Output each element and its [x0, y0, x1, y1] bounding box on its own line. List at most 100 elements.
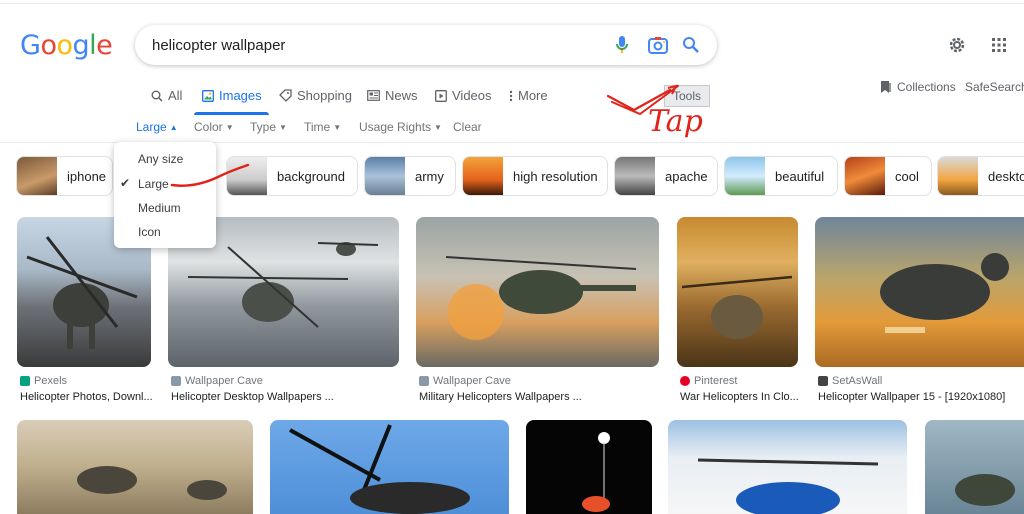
- collections-link[interactable]: Collections: [880, 80, 956, 94]
- gear-icon[interactable]: [946, 34, 968, 56]
- tab-label: Shopping: [297, 88, 352, 103]
- chip-cool[interactable]: cool: [844, 156, 932, 196]
- tab-shopping[interactable]: Shopping: [279, 88, 352, 103]
- tab-videos[interactable]: Videos: [435, 88, 492, 103]
- more-vertical-icon: [509, 90, 513, 101]
- result-image-9[interactable]: [668, 420, 907, 514]
- microphone-icon[interactable]: [611, 34, 633, 56]
- source-label: Wallpaper Cave: [185, 375, 263, 387]
- result-image-7[interactable]: [270, 420, 509, 514]
- source-label: Wallpaper Cave: [433, 375, 511, 387]
- tab-label: Videos: [452, 88, 492, 103]
- wallpaper-cave-icon: [171, 376, 181, 386]
- usage-rights-filter[interactable]: Usage Rights ▼: [359, 120, 442, 134]
- result-source-1[interactable]: Pexels: [20, 375, 67, 387]
- chip-beautiful[interactable]: beautiful: [724, 156, 838, 196]
- caret-up-icon: ▲: [169, 122, 178, 132]
- caret-down-icon: ▼: [434, 122, 442, 132]
- chip-thumbnail: [365, 157, 405, 195]
- camera-lens-icon[interactable]: [647, 34, 669, 56]
- apps-grid-icon[interactable]: [988, 34, 1010, 56]
- active-tab-indicator: [194, 112, 269, 115]
- chip-thumbnail: [845, 157, 885, 195]
- tab-label: Images: [219, 88, 262, 103]
- result-image-10[interactable]: [925, 420, 1024, 514]
- tab-images[interactable]: Images: [202, 88, 262, 103]
- bookmark-icon: [881, 81, 891, 93]
- caret-down-icon: ▼: [225, 122, 234, 132]
- result-source-2[interactable]: Wallpaper Cave: [171, 375, 263, 387]
- search-box[interactable]: helicopter wallpaper: [135, 25, 717, 65]
- chip-thumbnail: [17, 157, 57, 195]
- chip-high-resolution[interactable]: high resolution: [462, 156, 608, 196]
- result-title-3[interactable]: Military Helicopters Wallpapers ...: [419, 391, 582, 403]
- source-label: Pexels: [34, 375, 68, 387]
- search-icon[interactable]: [680, 34, 702, 56]
- type-filter-label: Type: [250, 120, 277, 134]
- size-filter[interactable]: Large ▲: [136, 120, 178, 134]
- checkmark-icon: ✔: [120, 176, 131, 190]
- chip-apache[interactable]: apache: [614, 156, 718, 196]
- result-image-8[interactable]: [526, 420, 652, 514]
- tab-all[interactable]: All: [151, 88, 182, 103]
- chip-iphone[interactable]: iphone: [16, 156, 113, 196]
- chip-thumbnail: [725, 157, 765, 195]
- chip-label: apache: [665, 168, 708, 184]
- source-label: Pinterest: [694, 375, 738, 387]
- filter-bar: Large ▲ Color ▼ Type ▼ Time ▼ Usage Rights ▼ …: [0, 120, 1024, 136]
- color-filter-label: Color: [194, 120, 223, 134]
- chip-label: background: [277, 168, 345, 184]
- search-tabs: All Images Shopping News Videos More: [0, 88, 1024, 112]
- collections-label: Collections: [897, 80, 956, 94]
- tab-news[interactable]: News: [367, 88, 418, 103]
- image-icon: [202, 89, 214, 102]
- type-filter[interactable]: Type ▼: [250, 120, 287, 134]
- chip-thumbnail: [938, 157, 978, 195]
- size-option-large[interactable]: Large: [138, 177, 169, 191]
- safesearch-link[interactable]: SafeSearch: [965, 80, 1024, 94]
- chip-label: iphone: [67, 168, 107, 184]
- news-icon: [367, 90, 380, 101]
- tab-label: All: [168, 88, 183, 103]
- size-filter-label: Large: [136, 120, 167, 134]
- search-input[interactable]: helicopter wallpaper: [152, 37, 285, 54]
- clear-filters-button[interactable]: Clear: [453, 120, 482, 134]
- google-logo[interactable]: Google: [20, 30, 113, 61]
- result-image-3[interactable]: [416, 217, 659, 367]
- tab-label: News: [385, 88, 418, 103]
- result-source-5[interactable]: SetAsWall: [818, 375, 882, 387]
- chip-label: beautiful: [775, 168, 825, 184]
- result-image-4[interactable]: [677, 217, 798, 367]
- wallpaper-cave-icon: [419, 376, 429, 386]
- chip-desktop[interactable]: deskto: [937, 156, 1024, 196]
- tab-label: More: [518, 88, 548, 103]
- caret-down-icon: ▼: [333, 122, 342, 132]
- chip-label: army: [415, 168, 444, 184]
- chip-label: deskto: [988, 168, 1024, 184]
- result-source-4[interactable]: Pinterest: [680, 375, 737, 387]
- color-filter[interactable]: Color ▼: [194, 120, 234, 134]
- result-source-3[interactable]: Wallpaper Cave: [419, 375, 511, 387]
- time-filter[interactable]: Time ▼: [304, 120, 341, 134]
- result-title-1[interactable]: Helicopter Photos, Downl...: [20, 391, 153, 403]
- safesearch-label: SafeSearch: [965, 80, 1024, 94]
- size-option-medium[interactable]: Medium: [138, 201, 181, 215]
- tab-more[interactable]: More: [509, 88, 548, 103]
- top-border: [0, 0, 1024, 4]
- time-filter-label: Time: [304, 120, 331, 134]
- search-icon: [151, 90, 163, 102]
- result-title-4[interactable]: War Helicopters In Clo...: [680, 391, 799, 403]
- play-icon: [435, 89, 447, 102]
- result-title-2[interactable]: Helicopter Desktop Wallpapers ...: [171, 391, 334, 403]
- caret-down-icon: ▼: [279, 122, 287, 132]
- size-option-icon[interactable]: Icon: [138, 225, 161, 239]
- result-image-6[interactable]: [17, 420, 253, 514]
- chip-army[interactable]: army: [364, 156, 456, 196]
- chip-thumbnail: [463, 157, 503, 195]
- chip-label: cool: [895, 168, 919, 184]
- clear-label: Clear: [453, 120, 482, 134]
- result-title-5[interactable]: Helicopter Wallpaper 15 - [1920x1080]: [818, 391, 1005, 403]
- annotation-underline-large: [170, 163, 250, 187]
- result-image-5[interactable]: [815, 217, 1024, 367]
- usage-rights-label: Usage Rights: [359, 120, 432, 134]
